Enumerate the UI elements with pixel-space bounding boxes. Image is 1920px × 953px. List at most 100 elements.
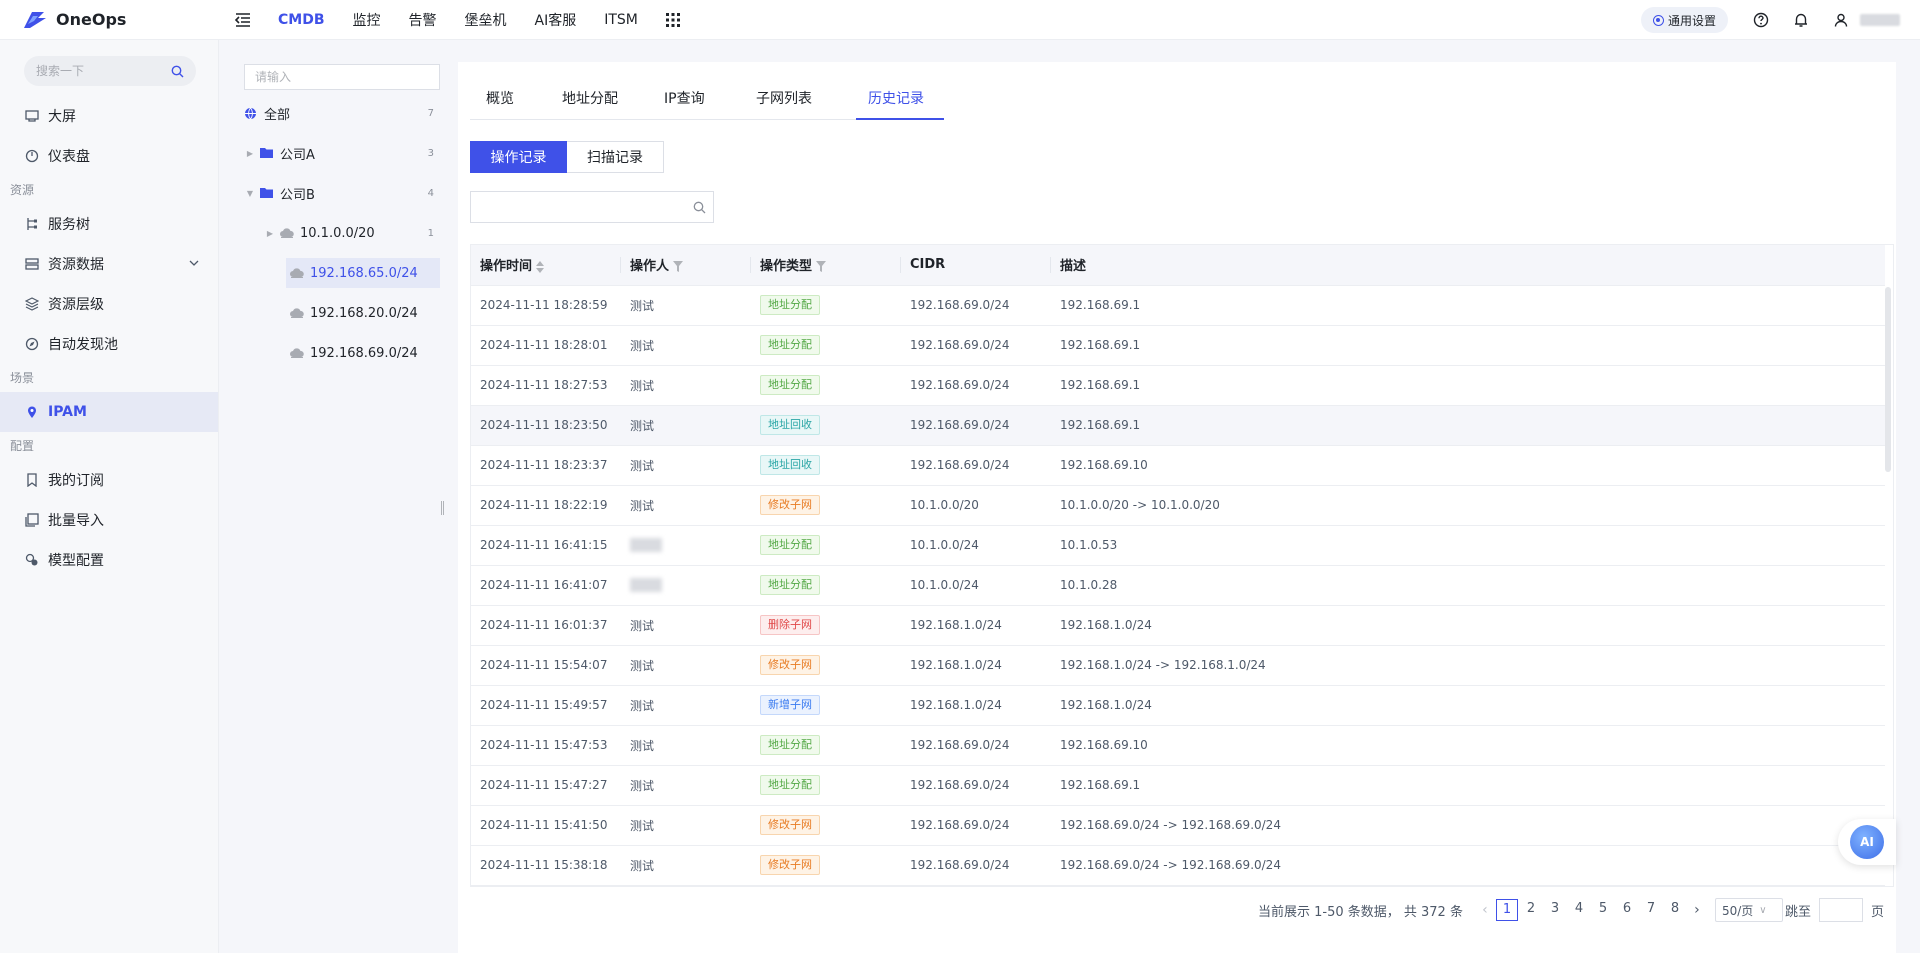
- table-row[interactable]: 2024-11-11 15:49:57 测试 新增子网 192.168.1.0/24 1…: [471, 685, 1885, 726]
- topnav-ai-service[interactable]: AI客服: [535, 10, 577, 30]
- column-header-type[interactable]: 操作类型: [751, 245, 901, 286]
- sidebar-item-resource-hierarchy[interactable]: 资源层级: [0, 284, 218, 324]
- table-row[interactable]: 2024-11-11 15:47:27 测试 地址分配 192.168.69.0/24…: [471, 765, 1885, 806]
- operator-value: 测试: [630, 338, 655, 353]
- scan-records-button[interactable]: 扫描记录: [567, 141, 664, 173]
- tree-search-input[interactable]: [244, 64, 440, 90]
- sidebar-item-resource-data[interactable]: 资源数据: [0, 244, 218, 284]
- page-7-button[interactable]: 7: [1640, 899, 1662, 921]
- topnav-alert[interactable]: 告警: [409, 10, 437, 30]
- page-4-button[interactable]: 4: [1568, 899, 1590, 921]
- cell-cidr: 192.168.69.0/24: [901, 405, 1051, 446]
- tab-subnet-list[interactable]: 子网列表: [756, 88, 812, 108]
- caret-right-icon[interactable]: ▶: [264, 229, 276, 238]
- menu-collapse-icon[interactable]: [228, 5, 258, 35]
- search-icon[interactable]: [685, 201, 713, 214]
- time-value: 2024-11-11 15:41:50: [480, 818, 608, 832]
- sidebar-item-dashboard[interactable]: 仪表盘: [0, 136, 218, 176]
- operation-records-button[interactable]: 操作记录: [470, 141, 567, 173]
- cell-description: 192.168.69.1: [1051, 325, 1885, 366]
- time-value: 2024-11-11 16:01:37: [480, 618, 608, 632]
- column-header-operator[interactable]: 操作人: [621, 245, 751, 286]
- notification-bell-icon[interactable]: [1788, 7, 1814, 33]
- table-row[interactable]: 2024-11-11 16:41:07 地址分配 10.1.0.0/24 10.1.0…: [471, 565, 1885, 606]
- sidebar-search-input[interactable]: [36, 64, 171, 78]
- operation-type-tag: 地址分配: [760, 335, 820, 355]
- sort-icon[interactable]: [536, 260, 545, 273]
- topnav-monitor[interactable]: 监控: [353, 10, 381, 30]
- tree-node-subnet-selected[interactable]: 192.168.65.0/24: [286, 258, 440, 288]
- column-header-time[interactable]: 操作时间: [471, 245, 621, 286]
- page-size-select[interactable]: 50/页 ∨: [1714, 898, 1783, 922]
- ai-assistant-button[interactable]: AI: [1838, 819, 1896, 865]
- sidebar-item-ipam[interactable]: IPAM: [0, 392, 218, 432]
- topnav-bastion[interactable]: 堡垒机: [465, 10, 507, 30]
- tree-node-company-a[interactable]: ▶ 公司A 3: [244, 138, 440, 168]
- tab-overview[interactable]: 概览: [486, 88, 514, 108]
- cell-cidr: 192.168.69.0/24: [901, 285, 1051, 326]
- model-config-icon: [24, 552, 40, 568]
- pagination: 当前展示 1-50 条数据， 共 372 条 ‹ 1 2 3 4 5 6 7 8…: [1258, 896, 1884, 924]
- topnav-cmdb[interactable]: CMDB: [278, 12, 325, 28]
- table-row[interactable]: 2024-11-11 15:38:18 测试 修改子网 192.168.69.0/24…: [471, 845, 1885, 886]
- table-row[interactable]: 2024-11-11 15:36:02测试地址分配192.168.69.0/24…: [471, 885, 1885, 886]
- page-1-button[interactable]: 1: [1495, 899, 1518, 921]
- tree-node-subnet[interactable]: ▶ 10.1.0.0/20 1: [244, 218, 440, 248]
- tree-node-subnet[interactable]: 192.168.20.0/24: [286, 298, 440, 328]
- page-6-button[interactable]: 6: [1616, 899, 1638, 921]
- prev-page-icon[interactable]: ‹: [1475, 902, 1495, 918]
- table-row[interactable]: 2024-11-11 15:41:50 测试 修改子网 192.168.69.0/24…: [471, 805, 1885, 846]
- sidebar-item-service-tree[interactable]: 服务树: [0, 204, 218, 244]
- tree-node-count: 3: [427, 147, 434, 159]
- table-row[interactable]: 2024-11-11 16:41:15 地址分配 10.1.0.0/24 10.1.0…: [471, 525, 1885, 566]
- sidebar-item-subscriptions[interactable]: 我的订阅: [0, 460, 218, 500]
- user-name-redacted[interactable]: [1860, 14, 1900, 26]
- sidebar-item-bigscreen[interactable]: 大屏: [0, 96, 218, 136]
- table-row[interactable]: 2024-11-11 18:27:53 测试 地址分配 192.168.69.0/24…: [471, 365, 1885, 406]
- page-3-button[interactable]: 3: [1544, 899, 1566, 921]
- app-logo[interactable]: OneOps: [0, 10, 210, 30]
- cell-description: 10.1.0.28: [1051, 565, 1885, 606]
- tree-node-subnet[interactable]: 192.168.69.0/24: [286, 338, 440, 368]
- sidebar-item-label: 资源层级: [48, 297, 104, 313]
- filter-icon[interactable]: [673, 261, 684, 273]
- table-row[interactable]: 2024-11-11 15:47:53 测试 地址分配 192.168.69.0/24…: [471, 725, 1885, 766]
- table-row[interactable]: 2024-11-11 18:23:37 测试 地址回收 192.168.69.0/24…: [471, 445, 1885, 486]
- help-icon[interactable]: [1748, 7, 1774, 33]
- sidebar-item-auto-discovery[interactable]: 自动发现池: [0, 324, 218, 364]
- sidebar-item-bulk-import[interactable]: 批量导入: [0, 500, 218, 540]
- topnav-itsm[interactable]: ITSM: [604, 12, 638, 28]
- apps-grid-icon[interactable]: [665, 12, 680, 27]
- jump-page-input[interactable]: [1818, 898, 1863, 922]
- page-2-button[interactable]: 2: [1520, 899, 1542, 921]
- caret-down-icon[interactable]: ▼: [244, 189, 256, 198]
- panel-resize-handle[interactable]: [441, 501, 444, 515]
- table-scrollbar[interactable]: [1885, 287, 1891, 472]
- tab-history[interactable]: 历史记录: [868, 88, 924, 108]
- table-row[interactable]: 2024-11-11 18:28:01 测试 地址分配 192.168.69.0/24…: [471, 325, 1885, 366]
- caret-right-icon[interactable]: ▶: [244, 149, 256, 158]
- table-row[interactable]: 2024-11-11 15:54:07 测试 修改子网 192.168.1.0/24 1…: [471, 645, 1885, 686]
- operation-type-tag: 修改子网: [760, 855, 820, 875]
- sidebar-item-model-config[interactable]: 模型配置: [0, 540, 218, 580]
- table-row[interactable]: 2024-11-11 16:01:37 测试 删除子网 192.168.1.0/24 1…: [471, 605, 1885, 646]
- chevron-down-icon[interactable]: [188, 257, 200, 269]
- operator-value: 测试: [630, 458, 655, 473]
- tree-node-all[interactable]: 全部 7: [244, 98, 440, 128]
- table-row[interactable]: 2024-11-11 18:23:50 测试 地址回收 192.168.69.0/24…: [471, 405, 1885, 446]
- table-row[interactable]: 2024-11-11 18:22:19 测试 修改子网 10.1.0.0/20 10.1…: [471, 485, 1885, 526]
- tree-node-company-b[interactable]: ▼ 公司B 4: [244, 178, 440, 208]
- filter-icon[interactable]: [816, 261, 827, 273]
- search-icon[interactable]: [171, 65, 184, 78]
- page-8-button[interactable]: 8: [1664, 899, 1686, 921]
- table-row[interactable]: 2024-11-11 18:28:59 测试 地址分配 192.168.69.0/24…: [471, 285, 1885, 326]
- operation-type-tag: 地址分配: [760, 375, 820, 395]
- user-icon[interactable]: [1828, 7, 1854, 33]
- general-settings-button[interactable]: 通用设置: [1640, 7, 1728, 33]
- page-5-button[interactable]: 5: [1592, 899, 1614, 921]
- history-search-input[interactable]: [471, 193, 685, 221]
- tab-address-allocation[interactable]: 地址分配: [562, 88, 618, 108]
- tab-ip-query[interactable]: IP查询: [664, 88, 705, 108]
- tree-node-count: 1: [427, 227, 434, 239]
- next-page-icon[interactable]: ›: [1687, 902, 1707, 918]
